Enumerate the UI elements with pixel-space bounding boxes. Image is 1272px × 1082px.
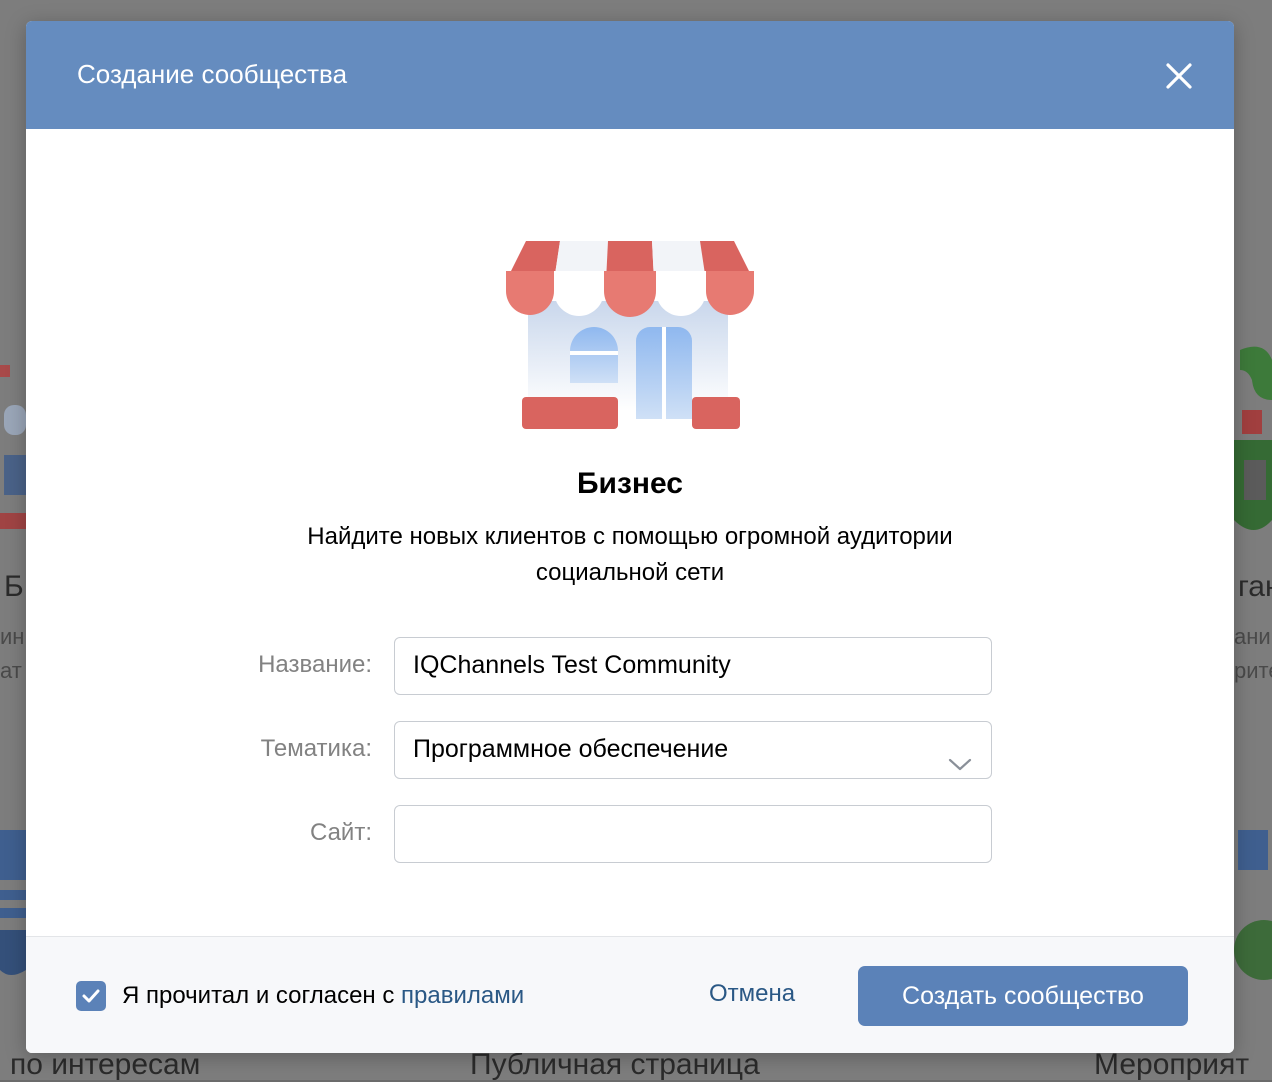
checkmark-icon [82,989,100,1003]
dialog-footer: Я прочитал и согласен с правилами Отмена… [26,936,1234,1053]
chevron-down-icon [947,740,973,795]
bg-right-sub-2: рите [1234,658,1272,683]
category-description: Найдите новых клиентов с помощью огромно… [307,523,953,586]
category-title: Бизнес [576,467,683,500]
site-input[interactable] [394,805,992,863]
dialog-header: Создание сообщества [26,21,1234,129]
right-card-illustration [1234,340,1272,540]
bottom-left-illustration [0,830,26,980]
bg-right-sub-1: ани [1234,624,1271,649]
bg-bottom-right-label: Мероприят [1094,1048,1250,1081]
bg-left-sub-2: ат [0,658,22,683]
bg-bottom-left-label: по интересам [10,1048,201,1081]
bg-right-title: ган [1238,570,1272,603]
form-row-site: Сайт: [26,805,1234,865]
topic-label: Тематика: [260,735,372,762]
shop-icon [506,241,754,436]
agree-label: Я прочитал и согласен с [122,982,402,1009]
form-row-topic: Тематика: Программное обеспечение [26,721,1234,781]
agree-text: Я прочитал и согласен с правилами [122,982,524,1010]
site-label: Сайт: [309,819,372,846]
dialog-body: Бизнес Найдите новых клиентов с помощью … [26,129,1234,937]
bg-left-sub-1: ин [0,624,25,649]
agree-checkbox[interactable] [76,981,106,1011]
rules-link[interactable]: правилами [401,982,524,1009]
cancel-button[interactable]: Отмена [709,980,795,1008]
bg-bottom-center-label: Публичная страница [470,1048,760,1081]
create-community-dialog: Создание сообщества Бизнес Найдите новых… [26,21,1234,1053]
dialog-title: Создание сообщества [77,59,348,89]
topic-select[interactable]: Программное обеспечение [394,721,992,779]
left-card-illustration [0,365,26,530]
name-label: Название: [258,651,372,678]
topic-select-value: Программное обеспечение [413,735,729,763]
form-row-name: Название: IQChannels Test Community [26,637,1234,697]
bottom-right-illustration [1234,830,1272,990]
name-input[interactable]: IQChannels Test Community [394,637,992,695]
create-community-button[interactable]: Создать сообщество [858,966,1188,1026]
bg-left-title: Б [4,570,24,603]
close-icon[interactable] [1162,59,1196,93]
